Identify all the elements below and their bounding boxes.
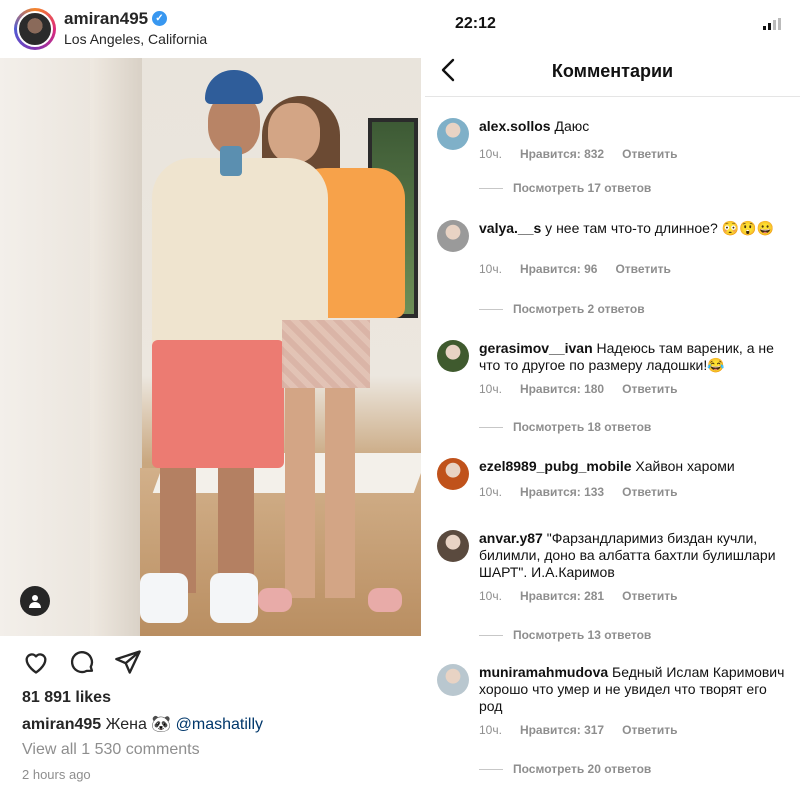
comment-text: Даюс	[550, 118, 590, 134]
comment-avatar[interactable]	[437, 664, 469, 696]
story-ring[interactable]	[14, 8, 56, 50]
view-replies-link[interactable]: Посмотреть 17 ответов	[479, 181, 651, 195]
reply-button[interactable]: Ответить	[622, 147, 677, 161]
comment-meta: 10ч. Нравится: 832 Ответить	[479, 147, 696, 161]
view-replies-link[interactable]: Посмотреть 13 ответов	[479, 628, 651, 642]
share-icon[interactable]	[114, 648, 142, 676]
view-replies-link[interactable]: Посмотреть 20 ответов	[479, 762, 651, 776]
comment-text: у нее там что-то длинное? 😳😲😀	[541, 220, 774, 236]
comment-meta: 10ч. Нравится: 133 Ответить	[479, 485, 696, 499]
comment-meta: 10ч. Нравится: 96 Ответить	[479, 262, 689, 276]
post-actions	[22, 648, 222, 676]
status-bar-time: 22:12	[455, 15, 496, 32]
comment-body: alex.sollos Даюс	[479, 118, 791, 135]
heart-icon[interactable]	[22, 648, 50, 676]
comment-meta: 10ч. Нравится: 281 Ответить	[479, 589, 696, 603]
post-location[interactable]: Los Angeles, California	[64, 31, 207, 47]
comment-username[interactable]: anvar.y87	[479, 530, 543, 546]
comments-screen: 22:12 Комментарии alex.sollos Даюс 10ч. Нр…	[425, 0, 800, 800]
photo-man-shorts	[152, 340, 284, 468]
view-replies-link[interactable]: Посмотреть 18 ответов	[479, 420, 651, 434]
comment-username[interactable]: valya.__s	[479, 220, 541, 236]
comment-username[interactable]: alex.sollos	[479, 118, 551, 134]
comment-username[interactable]: muniramahmudova	[479, 664, 608, 680]
comment-likes[interactable]: Нравится: 281	[520, 589, 604, 603]
comment-likes[interactable]: Нравится: 317	[520, 723, 604, 737]
photo-sneaker	[140, 573, 188, 623]
reply-button[interactable]: Ответить	[615, 262, 670, 276]
view-all-comments-link[interactable]: View all 1 530 comments	[22, 741, 200, 759]
header-divider	[425, 96, 800, 97]
reply-button[interactable]: Ответить	[622, 589, 677, 603]
reply-button[interactable]: Ответить	[622, 485, 677, 499]
post-caption: amiran495 Жена 🐼 @mashatilly	[22, 714, 263, 734]
comment-meta: 10ч. Нравится: 180 Ответить	[479, 382, 696, 396]
comment-avatar[interactable]	[437, 530, 469, 562]
user-tag-icon[interactable]	[20, 586, 50, 616]
comment-time: 10ч.	[479, 147, 502, 161]
caption-username[interactable]: amiran495	[22, 716, 101, 733]
comment-likes[interactable]: Нравится: 133	[520, 485, 604, 499]
comment-likes[interactable]: Нравится: 96	[520, 262, 598, 276]
comment-body: valya.__s у нее там что-то длинное? 😳😲😀	[479, 220, 791, 237]
verified-icon: ✓	[152, 11, 167, 26]
comment-icon[interactable]	[68, 648, 96, 676]
comment-time: 10ч.	[479, 589, 502, 603]
comment-body: muniramahmudova Бедный Ислам Каримович х…	[479, 664, 791, 715]
signal-icon	[763, 18, 783, 30]
comment-body: anvar.y87 "Фарзандларимиз биздан кучли, …	[479, 530, 791, 581]
comment-username[interactable]: gerasimov__ivan	[479, 340, 593, 356]
comment-likes[interactable]: Нравится: 832	[520, 147, 604, 161]
photo-woman-face	[268, 103, 320, 163]
caption-text: Жена 🐼	[105, 716, 172, 733]
comment-avatar[interactable]	[437, 340, 469, 372]
avatar[interactable]	[17, 11, 53, 47]
photo-man-cap	[205, 70, 263, 104]
comment-text: Хайвон хароми	[631, 458, 735, 474]
photo-heel	[368, 588, 402, 612]
photo-heels	[258, 588, 408, 618]
reply-button[interactable]: Ответить	[622, 723, 677, 737]
screen-title: Комментарии	[551, 61, 674, 81]
photo-sneaker	[210, 573, 258, 623]
comment-time: 10ч.	[479, 382, 502, 396]
photo-woman-leg	[325, 388, 355, 598]
likes-count[interactable]: 81 891 likes	[22, 689, 111, 707]
censor-blur	[282, 320, 370, 388]
comment-body: ezel8989_pubg_mobile Хайвон хароми	[479, 458, 791, 475]
instagram-post-panel: amiran495 ✓ Los Angeles, California 81 8…	[0, 0, 421, 800]
comment-time: 10ч.	[479, 485, 502, 499]
comment-time: 10ч.	[479, 723, 502, 737]
comment-username[interactable]: ezel8989_pubg_mobile	[479, 458, 632, 474]
post-timestamp: 2 hours ago	[22, 767, 91, 782]
reply-button[interactable]: Ответить	[622, 382, 677, 396]
post-username[interactable]: amiran495	[64, 9, 148, 29]
comment-likes[interactable]: Нравится: 180	[520, 382, 604, 396]
caption-mention[interactable]: @mashatilly	[176, 716, 263, 733]
photo-phone	[220, 146, 242, 176]
photo-heel	[258, 588, 292, 612]
comment-avatar[interactable]	[437, 458, 469, 490]
comment-body: gerasimov__ivan Надеюсь там вареник, а н…	[479, 340, 791, 374]
comment-avatar[interactable]	[437, 220, 469, 252]
photo-woman-leg	[285, 388, 315, 598]
comment-meta: 10ч. Нравится: 317 Ответить	[479, 723, 696, 737]
photo-mirror-frame	[90, 58, 142, 636]
comment-avatar[interactable]	[437, 118, 469, 150]
post-photo[interactable]	[0, 58, 421, 636]
comment-time: 10ч.	[479, 262, 502, 276]
view-replies-link[interactable]: Посмотреть 2 ответов	[479, 302, 645, 316]
post-header: amiran495 ✓ Los Angeles, California	[0, 0, 421, 58]
